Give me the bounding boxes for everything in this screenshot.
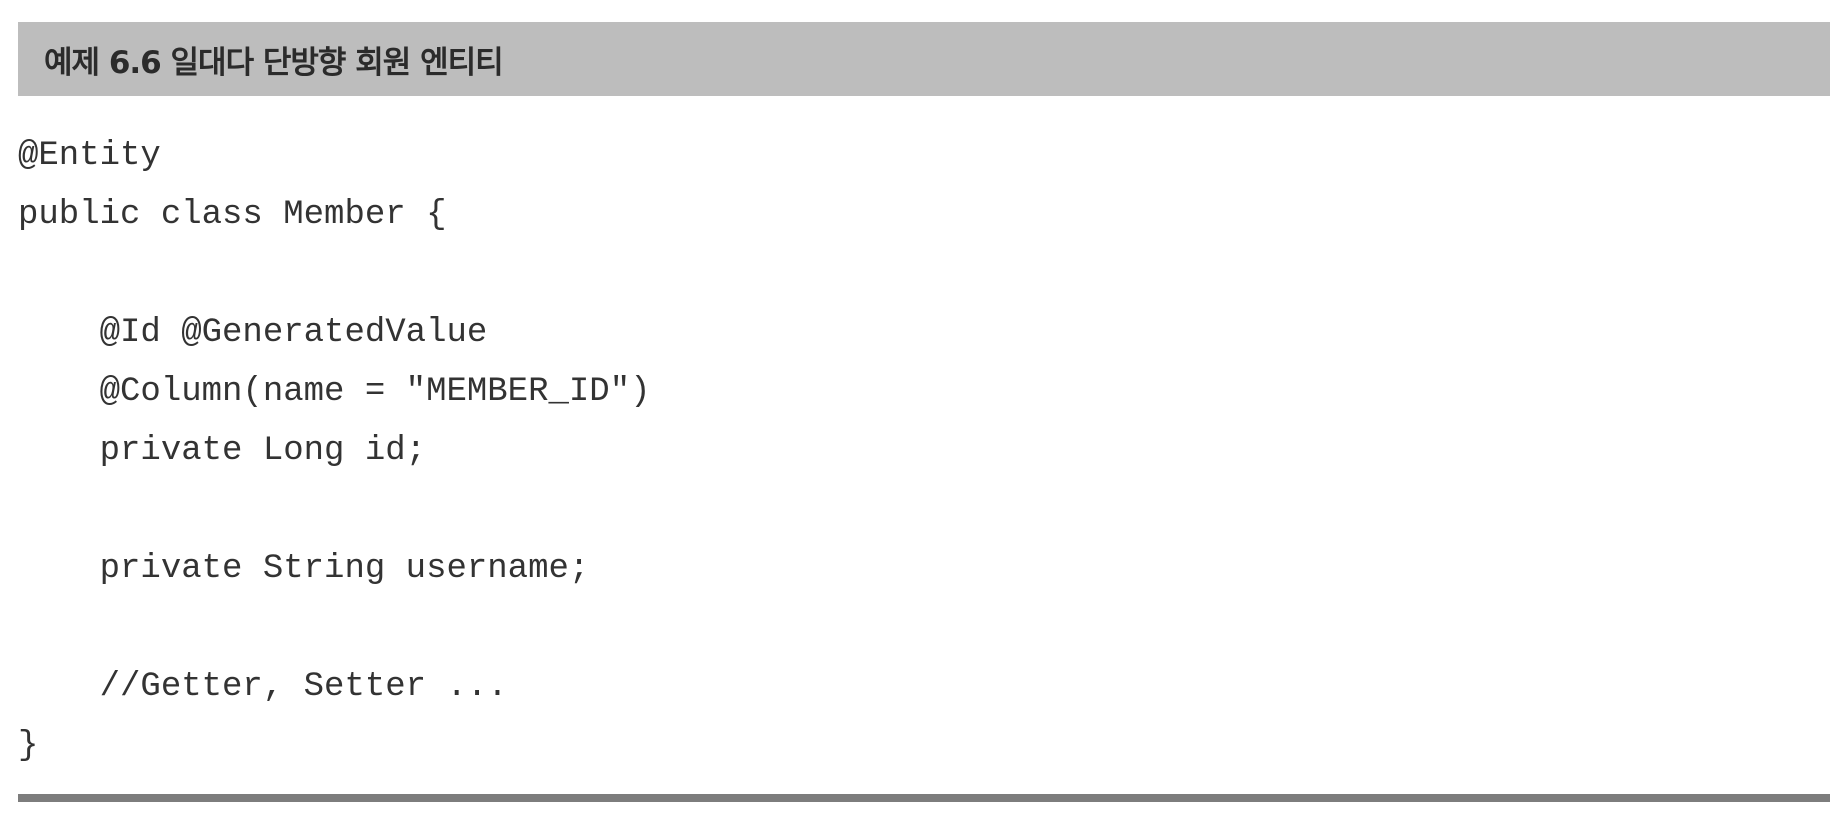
code-line: @Column(name = "MEMBER_ID") [18,373,651,411]
listing-header: 예제 6.6 일대다 단방향 회원 엔티티 [18,22,1830,96]
code-line: public class Member { [18,196,447,234]
code-line: @Id @GeneratedValue [18,314,488,352]
bottom-divider [18,794,1830,802]
code-line: private Long id; [18,432,427,470]
listing-title: 예제 6.6 일대다 단방향 회원 엔티티 [44,44,504,81]
code-block: @Entity public class Member { @Id @Gener… [18,127,1830,776]
code-line: } [18,727,39,765]
code-line: //Getter, Setter ... [18,668,508,706]
code-listing: 예제 6.6 일대다 단방향 회원 엔티티 @Entity public cla… [18,22,1830,812]
code-line: private String username; [18,550,590,588]
code-line: @Entity [18,137,161,175]
